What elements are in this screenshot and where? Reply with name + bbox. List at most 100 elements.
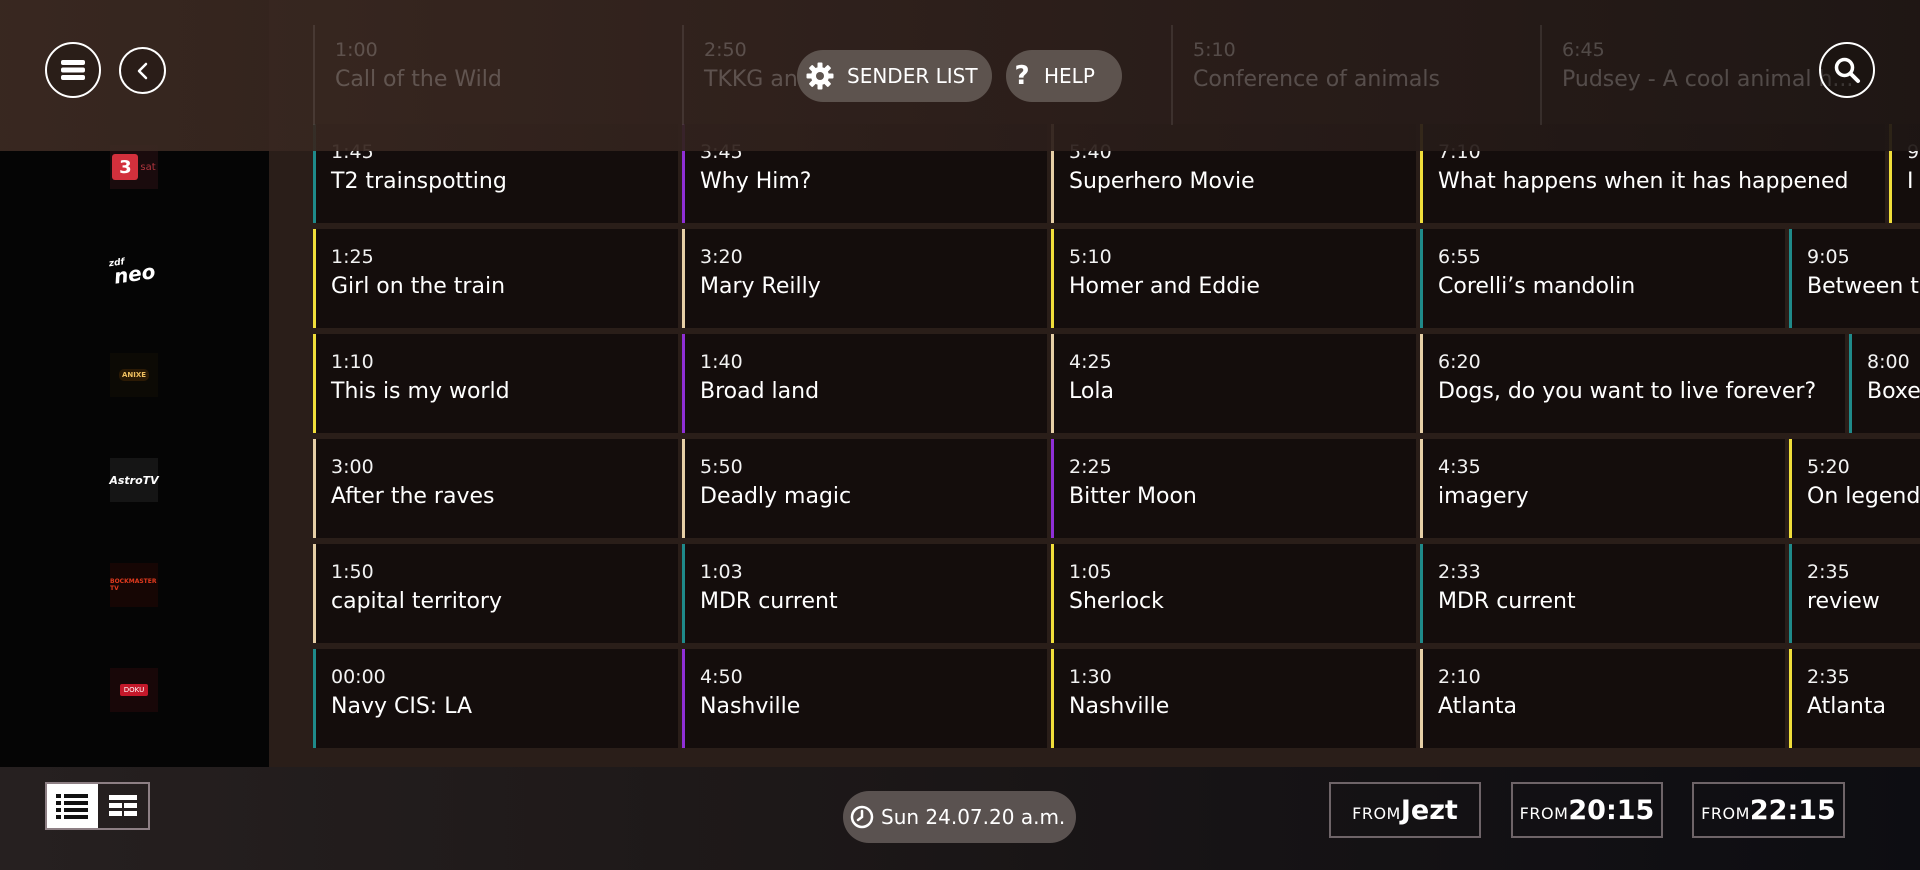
program-cell[interactable]: 3:00 After the raves <box>313 439 678 538</box>
from-time-label: 22:15 <box>1749 794 1836 826</box>
program-cell[interactable]: 4:25 Lola <box>1051 334 1416 433</box>
channel-logo-anixe[interactable]: ANIXE <box>110 353 158 397</box>
program-cell[interactable]: 4:50 Nashville <box>682 649 1047 748</box>
program-title: Homer and Eddie <box>1069 274 1260 299</box>
help-label: HELP <box>1044 64 1095 88</box>
program-cell[interactable]: 6:55 Corelli’s mandolin <box>1420 229 1785 328</box>
program-cell[interactable]: 6:20 Dogs, do you want to live forever? <box>1420 334 1845 433</box>
program-title: Atlanta <box>1807 694 1886 719</box>
sender-list-button[interactable]: SENDER LIST <box>797 50 992 102</box>
doku-logo-text: DOKU <box>119 684 149 696</box>
grid-view-icon <box>108 795 137 816</box>
program-cell[interactable]: 5:10 Homer and Eddie <box>1051 229 1416 328</box>
from-prefix: FROM <box>1352 803 1401 823</box>
program-time: 6:55 <box>1438 246 1481 268</box>
program-time: 1:40 <box>700 351 743 373</box>
program-cell[interactable]: 1:05 Sherlock <box>1051 544 1416 643</box>
channel-logo-bockmaster[interactable]: BOCKMASTER TV <box>110 563 158 607</box>
program-title: Nashville <box>1069 694 1170 719</box>
program-cell[interactable]: 5:50 Deadly magic <box>682 439 1047 538</box>
program-time: 00:00 <box>331 666 386 688</box>
program-title: Dogs, do you want to live forever? <box>1438 379 1817 404</box>
program-cell[interactable]: 1:30 Nashville <box>1051 649 1416 748</box>
program-time: 8:00 <box>1867 351 1910 373</box>
program-title: This is my world <box>331 379 510 404</box>
channel-row: 1:25 Girl on the train 3:20 Mary Reilly 5:10… <box>313 229 1920 328</box>
channel-row: 1:50 capital territory 1:03 MDR current 1:05… <box>313 544 1920 643</box>
program-time: 6:20 <box>1438 351 1481 373</box>
from-2015-button[interactable]: FROM 20:15 <box>1511 782 1663 838</box>
program-cell[interactable]: 1:40 Broad land <box>682 334 1047 433</box>
from-prefix: FROM <box>1701 803 1750 823</box>
program-cell[interactable]: 2:35 Atlanta <box>1789 649 1920 748</box>
program-cell[interactable]: 1:50 capital territory <box>313 544 678 643</box>
program-time: 1:50 <box>331 561 374 583</box>
program-title: Superhero Movie <box>1069 169 1255 194</box>
menu-button[interactable] <box>45 42 101 98</box>
program-title: Lola <box>1069 379 1114 404</box>
header-ghost-program: 1:00 Call of the Wild <box>313 25 678 125</box>
date-label: Sun 24.07.20 a.m. <box>881 805 1066 829</box>
program-cell[interactable]: 9:05 Between the <box>1789 229 1920 328</box>
program-title: Deadly magic <box>700 484 852 509</box>
from-prefix: FROM <box>1519 803 1569 823</box>
program-cell[interactable]: 1:10 This is my world <box>313 334 678 433</box>
program-title: Boxe <box>1867 379 1920 404</box>
from-2215-button[interactable]: FROM 22:15 <box>1692 782 1845 838</box>
program-cell[interactable]: 4:35 imagery <box>1420 439 1785 538</box>
clock-icon <box>850 805 874 829</box>
3sat-logo-mark: 3 <box>112 154 139 180</box>
program-title: T2 trainspotting <box>331 169 507 194</box>
program-time: 4:50 <box>700 666 743 688</box>
program-cell[interactable]: 8:00 Boxe <box>1849 334 1920 433</box>
search-button[interactable] <box>1819 42 1875 98</box>
program-cell[interactable]: 2:35 review <box>1789 544 1920 643</box>
program-title: imagery <box>1438 484 1529 509</box>
program-cell[interactable]: 2:33 MDR current <box>1420 544 1785 643</box>
program-time: 9:05 <box>1807 246 1850 268</box>
program-time: 5:10 <box>1069 246 1112 268</box>
bockmaster-logo-text: BOCKMASTER TV <box>110 578 157 592</box>
program-title: After the raves <box>331 484 495 509</box>
program-time: 1:10 <box>331 351 374 373</box>
program-time: 5:50 <box>700 456 743 478</box>
grid-view-button[interactable] <box>98 784 149 828</box>
back-button[interactable] <box>119 47 166 94</box>
hamburger-menu-icon <box>61 60 85 80</box>
program-cell[interactable]: 1:25 Girl on the train <box>313 229 678 328</box>
program-time: 5:10 <box>1193 39 1236 61</box>
view-toggle <box>45 782 150 830</box>
list-view-button[interactable] <box>47 784 98 828</box>
program-time: 1:25 <box>331 246 374 268</box>
channel-logo-astrotv[interactable]: AstroTV <box>109 458 159 502</box>
program-title: review <box>1807 589 1880 614</box>
date-selector[interactable]: Sun 24.07.20 a.m. <box>843 791 1076 843</box>
top-header: 1:00 Call of the Wild 2:50 TKKG and the ...… <box>0 0 1920 151</box>
question-mark-icon: ? <box>1014 61 1030 91</box>
program-title: Broad land <box>700 379 820 404</box>
program-time: 2:10 <box>1438 666 1481 688</box>
program-cell[interactable]: 5:20 On legenda <box>1789 439 1920 538</box>
program-cell[interactable]: 00:00 Navy CIS: LA <box>313 649 678 748</box>
channel-logo-zdfneo[interactable]: zdf neo <box>107 245 161 295</box>
program-cell[interactable]: 2:10 Atlanta <box>1420 649 1785 748</box>
from-time-label: Jezt <box>1400 794 1458 826</box>
program-cell[interactable]: 3:20 Mary Reilly <box>682 229 1047 328</box>
channel-logo-3sat[interactable]: 3 sat <box>110 145 158 189</box>
program-title: Girl on the train <box>331 274 506 299</box>
program-time: 2:35 <box>1807 561 1850 583</box>
channel-logo-doku[interactable]: DOKU <box>110 668 158 712</box>
3sat-logo-text: sat <box>140 161 156 173</box>
program-cell[interactable]: 2:25 Bitter Moon <box>1051 439 1416 538</box>
program-title: Why Him? <box>700 169 812 194</box>
program-title: Conference of animals <box>1193 67 1440 92</box>
program-title: I <box>1907 169 1914 194</box>
program-title: Call of the Wild <box>335 67 502 92</box>
help-button[interactable]: ? HELP <box>1006 50 1122 102</box>
program-time: 2:33 <box>1438 561 1481 583</box>
from-now-button[interactable]: FROM Jezt <box>1329 782 1481 838</box>
program-time: 1:05 <box>1069 561 1112 583</box>
program-title: Navy CIS: LA <box>331 694 473 719</box>
program-cell[interactable]: 1:03 MDR current <box>682 544 1047 643</box>
search-icon <box>1834 57 1860 83</box>
